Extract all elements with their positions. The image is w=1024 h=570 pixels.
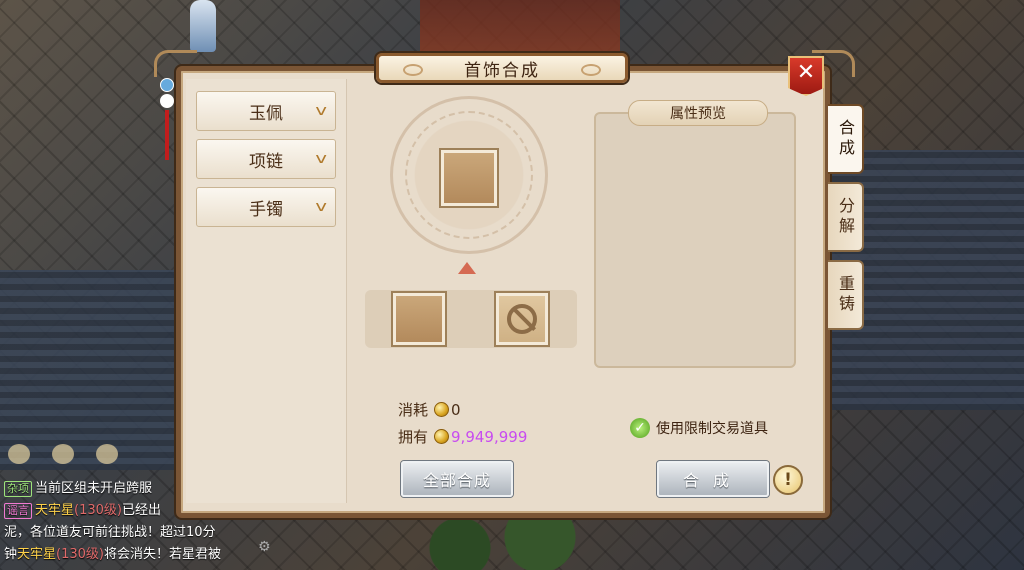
menu-item-jade[interactable]: 玉佩 v bbox=[196, 91, 336, 131]
compose-all-button[interactable]: 全部合成 bbox=[401, 461, 513, 497]
background-building bbox=[420, 0, 620, 55]
info-button[interactable]: ! bbox=[773, 465, 803, 495]
consume-value: 0 bbox=[451, 400, 461, 419]
tab-recast[interactable]: 重铸 bbox=[828, 260, 864, 330]
chat-tag: 谣言 bbox=[4, 503, 32, 519]
chat-player-name[interactable]: 天牢星 bbox=[35, 503, 74, 518]
consume-row: 消耗 0 bbox=[398, 399, 461, 420]
background-roof-left bbox=[0, 270, 180, 470]
close-button[interactable]: ✕ bbox=[788, 56, 824, 96]
prohibited-icon bbox=[507, 304, 537, 334]
chat-line: 谣言 天牢星(130级)已经出 bbox=[0, 500, 280, 522]
menu-item-bracelet[interactable]: 手镯 v bbox=[196, 187, 336, 227]
menu-item-label: 玉佩 bbox=[249, 103, 283, 124]
dialog-title-text: 首饰合成 bbox=[464, 60, 540, 81]
use-restricted-items-option[interactable]: ✓ 使用限制交易道具 bbox=[630, 418, 768, 438]
chat-line: 杂项 当前区组未开启跨服 bbox=[0, 478, 280, 500]
material-slot-2[interactable] bbox=[496, 293, 548, 345]
chat-text: 泥，各位道友可前往挑战！超过10分 bbox=[4, 525, 216, 540]
gear-icon[interactable]: ⚙ bbox=[258, 539, 271, 555]
material-slot-1[interactable] bbox=[393, 293, 445, 345]
chat-bubble-icon[interactable] bbox=[52, 444, 74, 464]
attribute-preview-title: 属性预览 bbox=[628, 100, 768, 126]
coin-icon bbox=[434, 402, 450, 417]
frame-ornament-left bbox=[154, 50, 197, 77]
chat-text: 已经出 bbox=[121, 503, 161, 518]
owned-label: 拥有 bbox=[398, 428, 429, 446]
tab-label: 重铸 bbox=[836, 275, 855, 315]
close-icon: ✕ bbox=[796, 60, 816, 85]
chevron-down-icon: v bbox=[315, 103, 327, 119]
chevron-down-icon: v bbox=[315, 199, 327, 215]
checkmark-icon[interactable]: ✓ bbox=[630, 418, 650, 438]
result-item-slot[interactable] bbox=[441, 150, 497, 206]
compose-button[interactable]: 合成 bbox=[657, 461, 769, 497]
background-tree bbox=[400, 515, 600, 570]
npc-character[interactable] bbox=[190, 0, 216, 52]
chat-player-level: (130级) bbox=[56, 547, 104, 562]
owned-row: 拥有 9,949,999 bbox=[398, 426, 527, 447]
chat-toolbar bbox=[8, 444, 118, 464]
tab-decompose[interactable]: 分解 bbox=[828, 182, 864, 252]
tassel-charm-icon bbox=[160, 78, 174, 168]
title-ornament-icon bbox=[403, 64, 423, 76]
microphone-icon[interactable] bbox=[96, 444, 118, 464]
menu-item-necklace[interactable]: 项链 v bbox=[196, 139, 336, 179]
owned-value: 9,949,999 bbox=[451, 427, 528, 446]
chat-channel-icon[interactable] bbox=[8, 444, 30, 464]
menu-item-label: 项链 bbox=[249, 151, 283, 172]
chat-tag: 杂项 bbox=[4, 481, 32, 497]
chat-line: 泥，各位道友可前往挑战！超过10分 bbox=[0, 522, 280, 544]
chat-text: 当前区组未开启跨服 bbox=[35, 481, 153, 496]
chat-line: 钟天牢星(130级)将会消失！若星君被 bbox=[0, 544, 280, 566]
chevron-down-icon: v bbox=[315, 151, 327, 167]
attribute-preview-box bbox=[594, 112, 796, 368]
jewelry-category-list: 玉佩 v 项链 v 手镯 v bbox=[186, 79, 347, 503]
chat-text-prefix: 钟 bbox=[4, 547, 18, 562]
chat-text: 将会消失！若星君被 bbox=[104, 547, 222, 562]
chat-player-name[interactable]: 天牢星 bbox=[17, 547, 56, 562]
coin-icon bbox=[434, 429, 450, 444]
use-restricted-items-label: 使用限制交易道具 bbox=[656, 421, 768, 437]
dialog-title: 首饰合成 bbox=[376, 53, 628, 83]
tab-compose[interactable]: 合成 bbox=[828, 104, 864, 174]
menu-item-label: 手镯 bbox=[249, 199, 283, 220]
chat-log: 杂项 当前区组未开启跨服 谣言 天牢星(130级)已经出 泥，各位道友可前往挑战！超… bbox=[0, 478, 280, 566]
tab-label: 分解 bbox=[836, 197, 855, 237]
tab-label: 合成 bbox=[836, 119, 855, 159]
up-arrow-icon bbox=[458, 262, 476, 274]
chat-player-level: (130级) bbox=[74, 503, 122, 518]
consume-label: 消耗 bbox=[398, 401, 429, 419]
title-ornament-icon bbox=[581, 64, 601, 76]
